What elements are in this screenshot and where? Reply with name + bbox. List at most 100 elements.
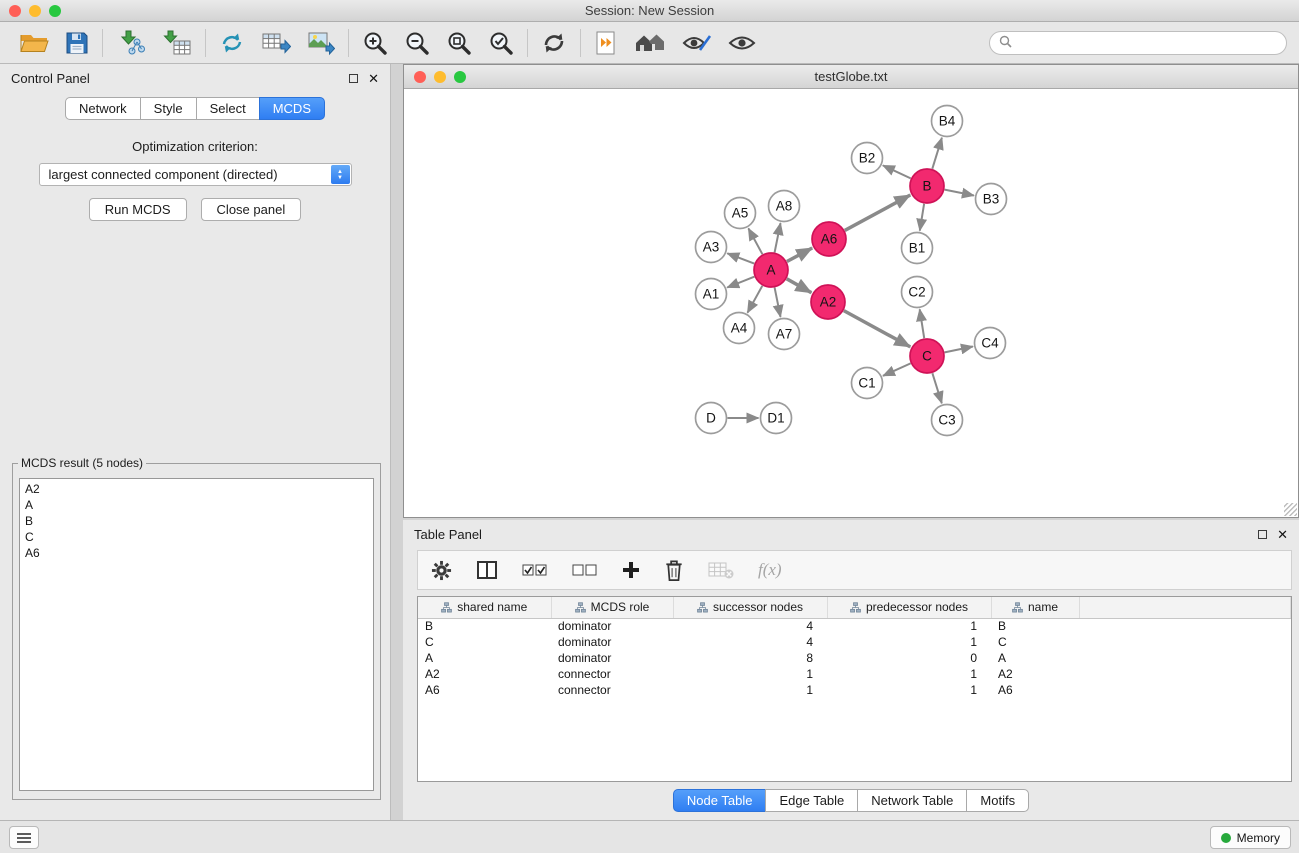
graph-edge-C-C1[interactable]	[883, 363, 911, 375]
graph-edge-A-A7[interactable]	[775, 288, 781, 317]
table-cell[interactable]: connector	[551, 666, 673, 682]
resize-grip[interactable]	[1284, 503, 1297, 516]
import-network-icon[interactable]	[116, 29, 146, 57]
zoom-fit-icon[interactable]	[446, 30, 472, 56]
zoom-selected-icon[interactable]	[488, 30, 514, 56]
tab-node-table[interactable]: Node Table	[673, 789, 767, 812]
table-cell[interactable]: B	[418, 618, 551, 634]
node-table-container[interactable]: shared nameMCDS rolesuccessor nodesprede…	[417, 596, 1292, 782]
function-builder-button[interactable]: f(x)	[758, 560, 782, 580]
close-panel-icon[interactable]: ✕	[368, 72, 379, 85]
float-panel-icon[interactable]	[1258, 530, 1267, 539]
graph-edge-A-A3[interactable]	[727, 253, 754, 263]
column-header-successor-nodes[interactable]: successor nodes	[673, 597, 827, 618]
graph-edge-A-A4[interactable]	[748, 286, 763, 313]
table-cell[interactable]: 1	[673, 682, 827, 698]
show-graphics-icon[interactable]	[728, 33, 756, 53]
zoom-out-icon[interactable]	[404, 30, 430, 56]
unselect-all-columns-icon[interactable]	[572, 563, 598, 577]
criterion-dropdown[interactable]: largest connected component (directed) ▲…	[39, 163, 352, 186]
mcds-result-item[interactable]: C	[20, 529, 373, 545]
table-cell[interactable]: 4	[673, 634, 827, 650]
export-table-icon[interactable]	[261, 30, 291, 56]
zoom-in-icon[interactable]	[362, 30, 388, 56]
graph-edge-B-B1[interactable]	[920, 204, 924, 231]
create-column-icon[interactable]	[622, 561, 640, 579]
network-window-titlebar[interactable]: testGlobe.txt	[404, 65, 1298, 89]
graph-edge-A-A2[interactable]	[787, 279, 812, 293]
import-table-icon[interactable]	[162, 29, 192, 57]
graph-edge-A-A8[interactable]	[775, 223, 781, 252]
table-cell[interactable]: 1	[673, 666, 827, 682]
graph-edge-C-C2[interactable]	[920, 309, 925, 338]
graph-edge-A-A1[interactable]	[727, 277, 754, 288]
table-cell[interactable]: 1	[827, 682, 991, 698]
table-cell[interactable]: 8	[673, 650, 827, 666]
column-header-name[interactable]: name	[991, 597, 1079, 618]
graph-edge-A2-C[interactable]	[844, 311, 911, 347]
column-header-mcds-role[interactable]: MCDS role	[551, 597, 673, 618]
table-cell[interactable]: A2	[991, 666, 1079, 682]
home-icon[interactable]	[634, 30, 666, 56]
open-session-icon[interactable]	[19, 30, 49, 56]
network-close-button[interactable]	[414, 71, 426, 83]
close-panel-icon[interactable]: ✕	[1277, 528, 1288, 541]
table-cell[interactable]: A6	[418, 682, 551, 698]
table-cell[interactable]: C	[418, 634, 551, 650]
delete-table-icon[interactable]	[708, 560, 734, 580]
mcds-result-item[interactable]: B	[20, 513, 373, 529]
task-history-button[interactable]	[9, 826, 39, 849]
export-network-icon[interactable]	[219, 30, 245, 56]
table-row[interactable]: Cdominator41C	[418, 634, 1291, 650]
table-row[interactable]: Adominator80A	[418, 650, 1291, 666]
tab-network-table[interactable]: Network Table	[857, 789, 967, 812]
search-input[interactable]	[1017, 36, 1277, 50]
table-cell[interactable]: A	[991, 650, 1079, 666]
table-cell[interactable]: dominator	[551, 650, 673, 666]
memory-button[interactable]: Memory	[1210, 826, 1291, 849]
search-field[interactable]	[989, 31, 1287, 55]
graph-edge-A-A5[interactable]	[748, 228, 762, 254]
zoom-window-button[interactable]	[49, 5, 61, 17]
table-cell[interactable]: 1	[827, 666, 991, 682]
column-header-shared-name[interactable]: shared name	[418, 597, 551, 618]
table-cell[interactable]: dominator	[551, 618, 673, 634]
graph-edge-B-B2[interactable]	[883, 165, 911, 178]
close-panel-button[interactable]: Close panel	[201, 198, 302, 221]
graph-edge-A-A6[interactable]	[787, 248, 812, 262]
show-columns-icon[interactable]	[476, 560, 498, 580]
mcds-result-item[interactable]: A2	[20, 481, 373, 497]
mcds-result-item[interactable]: A6	[20, 545, 373, 561]
tab-style[interactable]: Style	[140, 97, 197, 120]
minimize-window-button[interactable]	[29, 5, 41, 17]
gear-icon[interactable]	[431, 560, 452, 581]
table-cell[interactable]: 0	[827, 650, 991, 666]
graph-edge-A6-B[interactable]	[845, 195, 911, 230]
tab-mcds[interactable]: MCDS	[259, 97, 325, 120]
tab-network[interactable]: Network	[65, 97, 141, 120]
save-session-icon[interactable]	[65, 31, 89, 55]
export-image-icon[interactable]	[307, 30, 335, 56]
table-row[interactable]: A2connector11A2	[418, 666, 1291, 682]
tab-select[interactable]: Select	[196, 97, 260, 120]
select-all-columns-icon[interactable]	[522, 563, 548, 577]
close-window-button[interactable]	[9, 5, 21, 17]
table-cell[interactable]: 1	[827, 634, 991, 650]
first-neighbors-icon[interactable]	[594, 29, 618, 57]
tab-motifs[interactable]: Motifs	[966, 789, 1029, 812]
table-cell[interactable]: connector	[551, 682, 673, 698]
delete-column-icon[interactable]	[664, 559, 684, 582]
network-canvas[interactable]: B4B2BB3A5A8A6A3B1AC2A1A2A4A7C4CC1C3DD1	[404, 89, 1298, 517]
mcds-result-item[interactable]: A	[20, 497, 373, 513]
graph-edge-B-B3[interactable]	[945, 190, 974, 196]
table-row[interactable]: A6connector11A6	[418, 682, 1291, 698]
network-minimize-button[interactable]	[434, 71, 446, 83]
table-cell[interactable]: 4	[673, 618, 827, 634]
refresh-icon[interactable]	[541, 30, 567, 56]
float-panel-icon[interactable]	[349, 74, 358, 83]
tab-edge-table[interactable]: Edge Table	[765, 789, 858, 812]
network-graph[interactable]: B4B2BB3A5A8A6A3B1AC2A1A2A4A7C4CC1C3DD1	[404, 89, 1298, 517]
graph-edge-C-C3[interactable]	[932, 373, 941, 403]
graph-edge-C-C4[interactable]	[945, 347, 973, 353]
column-header-predecessor-nodes[interactable]: predecessor nodes	[827, 597, 991, 618]
